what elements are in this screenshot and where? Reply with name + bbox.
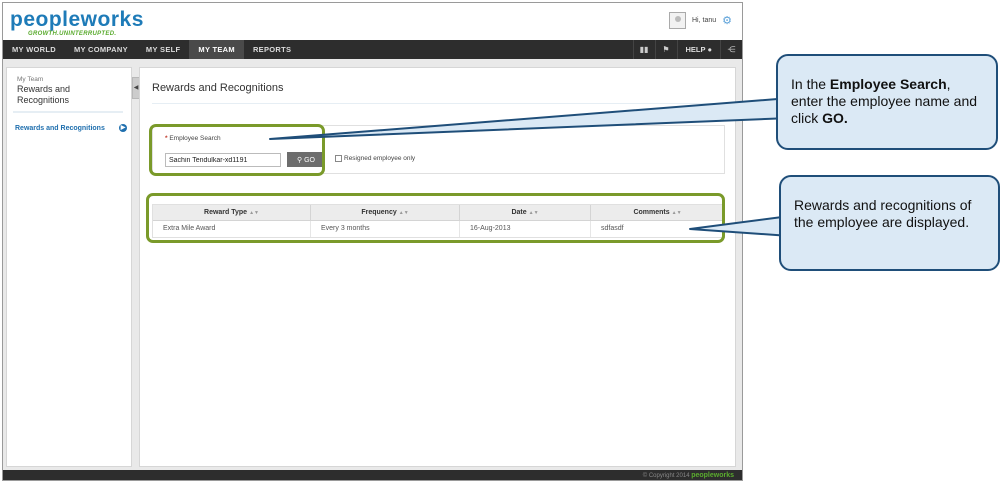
sidebar-item-label: Rewards and Recognitions	[15, 125, 105, 132]
arrow-right-icon: ▶	[119, 124, 127, 132]
resigned-checkbox-row[interactable]: Resigned employee only	[335, 155, 415, 162]
peopleworks-logo[interactable]: peopleworks GROWTH.UNINTERRUPTED.	[10, 8, 144, 38]
book-icon[interactable]: ▮▮	[632, 40, 655, 59]
results-info-callout: Rewards and recognitions of the employee…	[779, 175, 1000, 271]
nav-my-team[interactable]: MY TEAM	[189, 40, 244, 59]
resigned-label: Resigned employee only	[344, 155, 416, 162]
footer-logo: peopleworks	[691, 472, 734, 479]
callout-text-employee-search: Employee Search	[829, 76, 947, 92]
sitemap-icon[interactable]: ⋲	[720, 40, 742, 59]
nav-my-company[interactable]: MY COMPANY	[65, 40, 137, 59]
logo-tagline: GROWTH.UNINTERRUPTED.	[28, 31, 117, 37]
footer: © Copyright 2014 peopleworks	[3, 470, 742, 480]
required-note-text: Required Fields	[682, 111, 725, 117]
sidebar-title: Rewards and Recognitions	[17, 84, 71, 105]
page-title: Rewards and Recognitions	[152, 82, 284, 94]
callout-text-go: GO.	[822, 110, 848, 126]
help-button[interactable]: HELP ●	[676, 40, 721, 59]
help-icon: ●	[707, 45, 712, 54]
resigned-checkbox[interactable]	[335, 155, 342, 162]
left-sidebar: My Team Rewards and Recognitions Rewards…	[6, 67, 132, 467]
callout-text-prefix: In the	[791, 76, 830, 92]
sidebar-item-rewards[interactable]: Rewards and Recognitions ▶	[15, 124, 127, 132]
table-highlight-box	[146, 193, 725, 243]
top-header: peopleworks GROWTH.UNINTERRUPTED. Hi, ta…	[3, 3, 742, 40]
search-highlight-box	[149, 124, 325, 176]
avatar[interactable]	[669, 12, 686, 29]
copyright-text: © Copyright 2014	[642, 473, 690, 479]
nav-my-self[interactable]: MY SELF	[137, 40, 189, 59]
breadcrumb[interactable]: My Team	[17, 76, 43, 83]
nav-tools: ▮▮ ⚑ HELP ● ⋲	[632, 40, 743, 59]
search-instruction-callout: In the Employee Search, enter the employ…	[776, 54, 998, 150]
sidebar-divider	[13, 111, 123, 113]
flag-icon[interactable]: ⚑	[654, 40, 677, 59]
required-star-icon: *	[678, 111, 682, 117]
callout-results-text: Rewards and recognitions of the employee…	[794, 197, 972, 230]
help-label: HELP	[685, 45, 706, 54]
title-divider	[152, 103, 726, 104]
main-nav: MY WORLD MY COMPANY MY SELF MY TEAM REPO…	[3, 40, 742, 59]
nav-my-world[interactable]: MY WORLD	[3, 40, 65, 59]
gear-icon[interactable]: ⚙	[722, 14, 732, 27]
footer-copyright: © Copyright 2014 peopleworks	[643, 472, 734, 479]
nav-reports[interactable]: REPORTS	[244, 40, 300, 59]
required-note: * Required Fields	[679, 111, 725, 117]
user-area: Hi, tanu ⚙	[669, 12, 732, 29]
greeting-text: Hi, tanu	[692, 17, 717, 24]
logo-text: peopleworks	[10, 8, 144, 31]
